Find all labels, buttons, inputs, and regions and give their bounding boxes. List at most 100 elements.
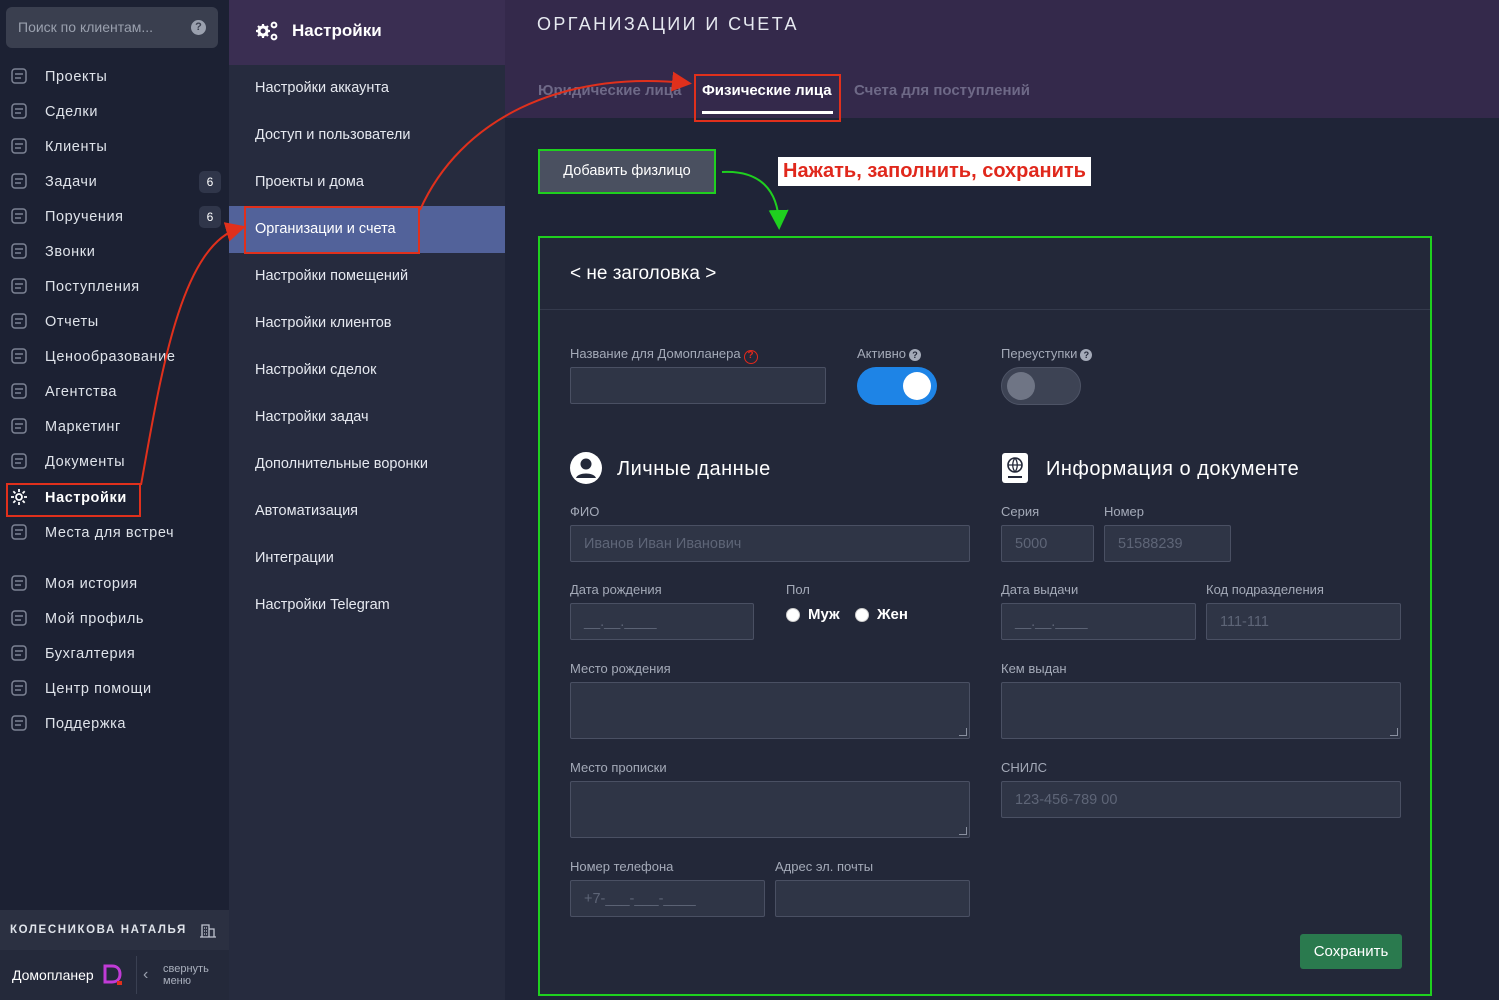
sidebar-item-help-center[interactable]: Центр помощи (0, 673, 229, 705)
sidebar-item-label: Клиенты (45, 139, 108, 155)
main-nav: Поиск по клиентам... ? Проекты Сделки Клие… (0, 0, 229, 1000)
settings-item-tasks[interactable]: Настройки задач (229, 394, 505, 441)
settings-item-clients[interactable]: Настройки клиентов (229, 300, 505, 347)
sidebar-item-marketing[interactable]: Маркетинг (0, 411, 229, 443)
issued-by-textarea[interactable] (1001, 682, 1401, 739)
settings-item-projects-houses[interactable]: Проекты и дома (229, 159, 505, 206)
settings-item-automation[interactable]: Автоматизация (229, 488, 505, 535)
number-label: Номер (1104, 504, 1145, 519)
sidebar-item-agencies[interactable]: Агентства (0, 376, 229, 408)
settings-item-label: Настройки задач (255, 409, 369, 425)
settings-item-account[interactable]: Настройки аккаунта (229, 65, 505, 112)
lifebuoy-icon (11, 715, 27, 731)
gender-male-radio[interactable] (786, 608, 800, 622)
snils-input[interactable]: 123-456-789 00 (1001, 781, 1401, 818)
resize-handle[interactable] (959, 728, 967, 736)
active-toggle[interactable] (857, 367, 937, 405)
settings-item-premises[interactable]: Настройки помещений (229, 253, 505, 300)
birth-date-input[interactable]: __.__.____ (570, 603, 754, 640)
gender-female-radio[interactable] (855, 608, 869, 622)
resize-handle[interactable] (1390, 728, 1398, 736)
settings-item-organizations-accounts[interactable]: Организации и счета (229, 206, 505, 253)
fio-label: ФИО (570, 504, 600, 519)
sidebar-item-label: Звонки (45, 244, 96, 260)
birthplace-textarea[interactable] (570, 682, 970, 739)
sidebar-item-label: Центр помощи (45, 681, 152, 697)
sidebar-item-documents[interactable]: Документы (0, 446, 229, 478)
settings-item-label: Настройки Telegram (255, 597, 390, 613)
sidebar-item-my-history[interactable]: Моя история (0, 568, 229, 600)
gender-male-label[interactable]: Муж (808, 606, 840, 623)
brand-bar: Домопланер ‹ свернуть меню (0, 950, 229, 1000)
card-header: < не заголовка > (540, 238, 1430, 310)
sidebar-item-calls[interactable]: Звонки (0, 236, 229, 268)
dept-code-label: Код подразделения (1206, 582, 1324, 597)
phone-input[interactable]: +7-___-___-____ (570, 880, 765, 917)
sidebar-item-assignments[interactable]: Поручения 6 (0, 201, 229, 233)
toggle-knob (1007, 372, 1035, 400)
individual-form-card: < не заголовка > Название для Домопланер… (538, 236, 1432, 996)
settings-item-access-users[interactable]: Доступ и пользователи (229, 112, 505, 159)
tab-income-accounts[interactable]: Счета для поступлений (854, 82, 1030, 99)
sidebar-item-settings[interactable]: Настройки (0, 482, 229, 514)
settings-item-label: Проекты и дома (255, 174, 364, 190)
sidebar-item-label: Мой профиль (45, 611, 145, 627)
sidebar-item-income[interactable]: Поступления (0, 271, 229, 303)
user-bar[interactable]: КОЛЕСНИКОВА НАТАЛЬЯ (0, 910, 229, 950)
brand-separator (136, 956, 137, 994)
collapse-menu-button[interactable]: свернуть меню (163, 963, 209, 987)
sidebar-item-deals[interactable]: Сделки (0, 96, 229, 128)
search-placeholder: Поиск по клиентам... (18, 19, 154, 35)
passport-icon (1002, 453, 1028, 483)
sidebar-item-accounting[interactable]: Бухгалтерия (0, 638, 229, 670)
name-label: Название для Домопланера? (570, 346, 758, 364)
settings-item-label: Настройки клиентов (255, 315, 392, 331)
settings-item-integrations[interactable]: Интеграции (229, 535, 505, 582)
series-input[interactable]: 5000 (1001, 525, 1094, 562)
add-individual-button[interactable]: Добавить физлицо (538, 149, 716, 194)
gender-female-label[interactable]: Жен (877, 606, 908, 623)
transfers-help-icon[interactable]: ? (1080, 349, 1093, 361)
settings-item-extra-funnels[interactable]: Дополнительные воронки (229, 441, 505, 488)
fio-input[interactable]: Иванов Иван Иванович (570, 525, 970, 562)
transfers-toggle[interactable] (1001, 367, 1081, 405)
registration-textarea[interactable] (570, 781, 970, 838)
client-search-input[interactable]: Поиск по клиентам... ? (6, 7, 218, 48)
settings-item-telegram[interactable]: Настройки Telegram (229, 582, 505, 629)
tab-individuals[interactable]: Физические лица (702, 82, 832, 99)
sidebar-item-reports[interactable]: Отчеты (0, 306, 229, 338)
chevron-left-icon[interactable]: ‹ (143, 966, 148, 984)
dept-code-input[interactable]: 111-111 (1206, 603, 1401, 640)
tab-legal-entities[interactable]: Юридические лица (538, 82, 682, 99)
profile-icon (11, 610, 27, 626)
active-help-icon[interactable]: ? (909, 349, 922, 361)
name-input[interactable] (570, 367, 826, 404)
settings-title: Настройки (292, 21, 382, 40)
sidebar-item-support[interactable]: Поддержка (0, 708, 229, 740)
resize-handle[interactable] (959, 827, 967, 835)
sidebar-item-tasks[interactable]: Задачи 6 (0, 166, 229, 198)
email-input[interactable] (775, 880, 970, 917)
save-button[interactable]: Сохранить (1300, 934, 1402, 969)
settings-item-deals[interactable]: Настройки сделок (229, 347, 505, 394)
issue-date-input[interactable]: __.__.____ (1001, 603, 1196, 640)
sidebar-item-meeting-places[interactable]: Места для встреч (0, 517, 229, 549)
brand-logo-icon (103, 964, 122, 985)
series-label: Серия (1001, 504, 1040, 519)
snils-placeholder: 123-456-789 00 (1015, 792, 1118, 808)
settings-item-label: Организации и счета (255, 221, 396, 237)
accounting-icon (11, 645, 27, 661)
sidebar-item-pricing[interactable]: Ценообразование (0, 341, 229, 373)
issued-by-label: Кем выдан (1001, 661, 1067, 676)
sidebar-item-my-profile[interactable]: Мой профиль (0, 603, 229, 635)
sidebar-item-label: Поддержка (45, 716, 127, 732)
number-input[interactable]: 51588239 (1104, 525, 1231, 562)
required-help-icon[interactable]: ? (743, 350, 758, 364)
building-icon[interactable] (199, 921, 217, 939)
sidebar-item-projects[interactable]: Проекты (0, 61, 229, 93)
users-icon (11, 138, 27, 154)
sidebar-item-clients[interactable]: Клиенты (0, 131, 229, 163)
document-info-title: Информация о документе (1046, 458, 1300, 480)
search-help-icon[interactable]: ? (191, 20, 206, 35)
birthplace-label: Место рождения (570, 661, 671, 676)
